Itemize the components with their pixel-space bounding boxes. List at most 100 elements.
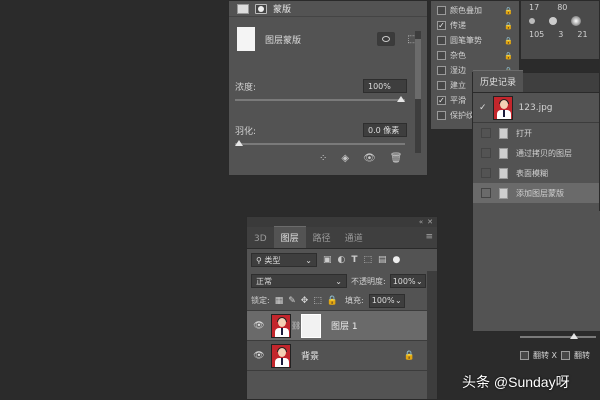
flip-y-label: 翻转 bbox=[574, 351, 591, 360]
filter-pixel-icon[interactable]: ▣ bbox=[323, 255, 332, 265]
brush-tip-icon[interactable] bbox=[529, 18, 535, 24]
lock-icon[interactable]: 🔒 bbox=[504, 7, 513, 15]
layer-row[interactable]: 👁 ⛓ 图层 1 bbox=[247, 311, 437, 341]
tab-channels[interactable]: 通道 bbox=[338, 227, 370, 248]
flip-x-label: 翻转 X bbox=[533, 351, 558, 360]
feather-input[interactable]: 0.0 像素 bbox=[363, 123, 407, 137]
feather-slider-thumb[interactable] bbox=[235, 140, 243, 146]
tab-layers[interactable]: 图层 bbox=[273, 226, 306, 248]
filter-row: ⚲ 类型 ⌄ ▣ ◐ T ⬚ ▤ ● bbox=[247, 249, 437, 271]
filter-shape-icon[interactable]: ⬚ bbox=[364, 255, 373, 265]
layer-mask-thumbnail[interactable] bbox=[301, 313, 321, 338]
history-brush-slot[interactable] bbox=[481, 128, 491, 138]
brush-size-80[interactable]: 80 bbox=[557, 3, 567, 12]
flip-y-checkbox[interactable] bbox=[561, 351, 571, 360]
lock-label: 锁定: bbox=[251, 296, 270, 305]
chevron-down-icon: ⌄ bbox=[305, 255, 312, 265]
lock-artboard-icon[interactable]: ⬚ bbox=[313, 296, 322, 306]
select-pixel-mask-button[interactable] bbox=[377, 32, 395, 46]
opacity-input[interactable]: 100% ⌄ bbox=[389, 274, 426, 288]
brush-tip-icon[interactable] bbox=[549, 17, 557, 25]
layer-name[interactable]: 图层 1 bbox=[331, 319, 358, 332]
brush-option-checkbox[interactable] bbox=[437, 6, 446, 15]
filter-toggle-icon[interactable]: ● bbox=[393, 255, 401, 265]
brush-size-21[interactable]: 21 bbox=[577, 30, 587, 39]
brush-option-checkbox[interactable] bbox=[437, 111, 446, 120]
history-brush-slot[interactable] bbox=[481, 188, 491, 198]
history-state[interactable]: 表面模糊 bbox=[473, 163, 599, 183]
tab-paths[interactable]: 路径 bbox=[306, 227, 338, 248]
pixel-mask-icon[interactable] bbox=[237, 3, 249, 14]
visibility-eye-icon[interactable]: 👁 bbox=[247, 321, 271, 331]
brush-option-checkbox[interactable] bbox=[437, 81, 446, 90]
properties-footer: ⁘ ◈ 👁 🗑 bbox=[319, 153, 403, 164]
feather-slider[interactable] bbox=[235, 140, 405, 146]
lock-transparent-icon[interactable]: ▦ bbox=[275, 296, 284, 306]
layers-tabbar: 3D 图层 路径 通道 ≡ bbox=[247, 226, 437, 249]
filter-smart-object-icon[interactable]: ▤ bbox=[378, 255, 387, 265]
filter-adjustment-icon[interactable]: ◐ bbox=[338, 255, 346, 265]
brush-option-checkbox[interactable] bbox=[437, 51, 446, 60]
fill-input[interactable]: 100% ⌄ bbox=[368, 293, 405, 308]
delete-mask-icon[interactable]: 🗑 bbox=[390, 153, 403, 164]
close-panel-icon[interactable]: ✕ bbox=[427, 218, 433, 226]
lock-image-icon[interactable]: ✎ bbox=[288, 296, 296, 306]
flip-x-checkbox[interactable] bbox=[520, 351, 529, 360]
tab-history[interactable]: 历史记录 bbox=[473, 70, 524, 92]
history-state[interactable]: 添加图层蒙版 bbox=[473, 183, 599, 203]
density-slider[interactable] bbox=[235, 96, 405, 102]
history-snapshot[interactable]: ✓ 123.jpg bbox=[473, 93, 599, 123]
density-input[interactable]: 100% bbox=[363, 79, 407, 93]
filter-type-icon[interactable]: T bbox=[351, 255, 357, 265]
brush-option-checkbox[interactable] bbox=[437, 66, 446, 75]
history-state[interactable]: 打开 bbox=[473, 123, 599, 143]
lock-all-icon[interactable]: 🔒 bbox=[327, 296, 338, 306]
panel-menu-icon[interactable]: ≡ bbox=[421, 232, 437, 248]
lock-position-icon[interactable]: ✥ bbox=[301, 296, 309, 306]
brush-size-17[interactable]: 17 bbox=[529, 3, 539, 12]
layers-panel: «✕ 3D 图层 路径 通道 ≡ ⚲ 类型 ⌄ ▣ ◐ T ⬚ ▤ ● 正常 ⌄ … bbox=[246, 216, 438, 400]
layer-name[interactable]: 背景 bbox=[301, 349, 319, 362]
tab-3d[interactable]: 3D bbox=[247, 230, 274, 248]
lock-icon[interactable]: 🔒 bbox=[504, 37, 513, 45]
search-icon: ⚲ bbox=[256, 255, 262, 265]
layer-thumbnail bbox=[271, 313, 291, 338]
brush-option-checkbox[interactable] bbox=[437, 36, 446, 45]
brush-option-checkbox[interactable]: ✓ bbox=[437, 21, 446, 30]
brush-option-checkbox[interactable]: ✓ bbox=[437, 96, 446, 105]
brush-size-3[interactable]: 3 bbox=[558, 30, 563, 39]
properties-header-label: 蒙版 bbox=[273, 5, 292, 15]
history-state[interactable]: 通过拷贝的图层 bbox=[473, 143, 599, 163]
right-slider[interactable] bbox=[520, 333, 596, 339]
layer-row[interactable]: 👁 背景 🔒 bbox=[247, 341, 437, 371]
collapse-icon[interactable]: « bbox=[419, 218, 423, 226]
vector-mask-icon[interactable] bbox=[255, 3, 267, 14]
history-brush-slot[interactable] bbox=[481, 168, 491, 178]
brush-option-row[interactable]: 圆笔筆势 🔒 bbox=[437, 33, 513, 48]
filter-kind-select[interactable]: ⚲ 类型 ⌄ bbox=[251, 253, 317, 267]
mask-row: 图层蒙版 ⬚ bbox=[229, 17, 427, 61]
density-slider-thumb[interactable] bbox=[397, 96, 405, 102]
chevron-down-icon: ⌄ bbox=[395, 296, 402, 305]
brush-size-105[interactable]: 105 bbox=[529, 30, 544, 39]
history-brush-source-icon[interactable]: ✓ bbox=[479, 103, 487, 113]
load-selection-icon[interactable]: ⁘ bbox=[319, 153, 327, 164]
blend-mode-select[interactable]: 正常 ⌄ bbox=[251, 274, 347, 288]
history-state-icon bbox=[499, 127, 508, 139]
apply-mask-icon[interactable]: ◈ bbox=[341, 153, 349, 164]
brush-option-row[interactable]: 颜色叠加 🔒 bbox=[437, 3, 513, 18]
mask-link-icon[interactable]: ⛓ bbox=[291, 321, 301, 330]
layers-scrollbar[interactable] bbox=[427, 271, 437, 399]
brush-option-row[interactable]: 杂色 🔒 bbox=[437, 48, 513, 63]
brush-tip-icon[interactable] bbox=[571, 16, 581, 26]
properties-scrollbar[interactable] bbox=[415, 31, 421, 153]
lock-icon[interactable]: 🔒 bbox=[504, 22, 513, 30]
lock-icon[interactable]: 🔒 bbox=[504, 52, 513, 60]
brush-option-row[interactable]: ✓ 传递 🔒 bbox=[437, 18, 513, 33]
blend-mode-value: 正常 bbox=[256, 276, 272, 286]
brush-option-label: 传递 bbox=[450, 21, 466, 30]
right-slider-thumb[interactable] bbox=[570, 333, 578, 339]
visibility-toggle-icon[interactable]: 👁 bbox=[363, 153, 376, 164]
history-brush-slot[interactable] bbox=[481, 148, 491, 158]
visibility-eye-icon[interactable]: 👁 bbox=[247, 351, 271, 361]
